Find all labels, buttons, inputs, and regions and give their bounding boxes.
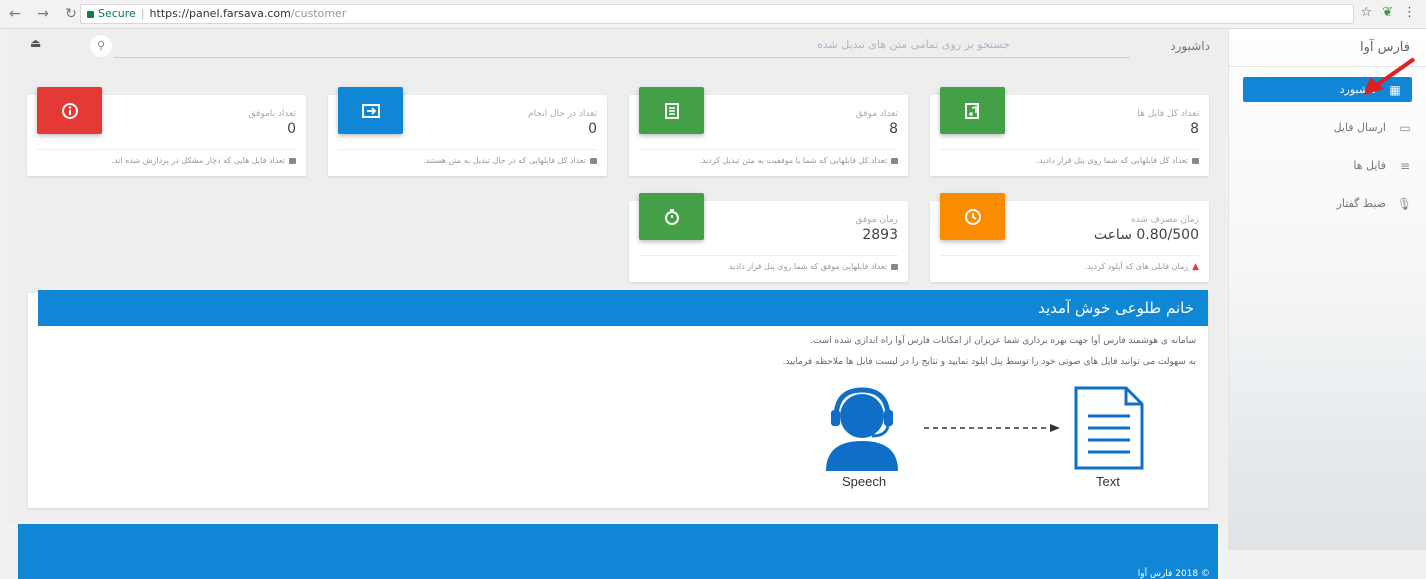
card-footer: تعداد کل فایلهایی که شما با موفقیت به مت…: [699, 156, 898, 165]
browser-extensions: ☆ ❦ ⋮: [1360, 5, 1416, 20]
search-icon[interactable]: ⚲: [90, 35, 112, 57]
tag-icon: [1192, 157, 1199, 164]
speech-to-text-illustration: Speech Text: [814, 386, 1166, 496]
stat-card-in-progress: تعداد در حال انجام 0 تعداد کل فایلهایی ک…: [328, 87, 607, 176]
sidebar-item-label: ارسال فایل: [1333, 121, 1386, 134]
card-divider: [940, 255, 1199, 256]
reload-icon[interactable]: ↻: [64, 5, 78, 23]
welcome-line-1: سامانه ی هوشمند فارس آوا جهت بهره برداری…: [809, 336, 1196, 346]
card-value: 0: [287, 121, 296, 137]
stat-card-time-used: زمان مصرف شده 0.80/500 ساعت ▲زمان فایلی …: [930, 193, 1209, 282]
card-value: 8: [1190, 121, 1199, 137]
upload-file-icon: ▭: [1399, 120, 1411, 135]
bookmark-star-icon[interactable]: ☆: [1360, 5, 1372, 20]
files-list-icon: ≡: [1399, 158, 1411, 173]
card-footer: تعداد کل فایلهایی که شما روی پنل قرار دا…: [1036, 156, 1199, 165]
annotation-arrow-icon: [1364, 57, 1416, 95]
card-title: زمان مصرف شده: [1130, 215, 1199, 225]
arrow-head-icon: [1050, 424, 1060, 432]
headset-person-icon: [826, 387, 898, 471]
sidebar-item-upload-file[interactable]: ▭ ارسال فایل: [1229, 115, 1426, 140]
address-separator: |: [140, 7, 145, 20]
breadcrumb: داشبورد: [1170, 39, 1210, 53]
card-value: 8: [889, 121, 898, 137]
address-bar[interactable]: Secure | https://panel.farsava.com/custome…: [80, 4, 1354, 24]
sidebar-item-record-speech[interactable]: 🎙 ضبط گفتار: [1229, 191, 1426, 216]
back-icon[interactable]: ←: [8, 5, 22, 23]
welcome-title: خانم طلوعی خوش آمدید: [38, 290, 1208, 326]
welcome-line-2: به سهولت می توانید فایل های صوتی خود را …: [782, 357, 1196, 367]
card-title: تعداد ناموفق: [248, 109, 296, 119]
video-icon: [590, 157, 597, 164]
search-input[interactable]: [650, 38, 1010, 51]
stat-card-failed: تعداد ناموفق 0 تعداد فایل هایی که دچار م…: [27, 87, 306, 176]
card-footer: تعداد فایل هایی که دچار مشکل در پردازش ش…: [111, 156, 296, 165]
sidebar-item-files[interactable]: ≡ فایل ها: [1229, 153, 1426, 178]
card-footer-text: تعداد کل فایلهایی که شما با موفقیت به مت…: [699, 156, 887, 165]
stat-card-successful-time: زمان موفق 2893 تعداد فایلهایی موفق که شم…: [629, 193, 908, 282]
card-title: تعداد کل فایل ها: [1137, 109, 1199, 119]
card-divider: [639, 255, 898, 256]
footer-copyright: © 2018 فارس آوا: [1137, 569, 1210, 579]
tag-icon: [891, 157, 898, 164]
card-divider: [639, 149, 898, 150]
card-divider: [338, 149, 597, 150]
card-footer-text: تعداد کل فایلهایی که شما روی پنل قرار دا…: [1036, 156, 1188, 165]
top-bar: داشبورد ⚲ ⏏: [8, 29, 1226, 65]
card-footer-text: تعداد کل فایلهایی که در حال تبدیل به متن…: [422, 156, 586, 165]
card-footer-text: زمان فایلی های که آپلود کردید.: [1084, 262, 1189, 271]
card-footer-text: تعداد فایلهایی موفق که شما روی پنل قرار …: [728, 262, 887, 271]
card-divider: [37, 149, 296, 150]
card-divider: [940, 149, 1199, 150]
sidebar: فارس آوا ▦ داشبورد ▭ ارسال فایل ≡ فایل ه…: [1228, 29, 1426, 550]
menu-dots-icon[interactable]: ⋮: [1403, 5, 1416, 20]
speech-to-text-graphic: [826, 386, 1144, 471]
card-value: 2893: [862, 227, 898, 243]
card-footer-text: تعداد فایل هایی که دچار مشکل در پردازش ش…: [111, 156, 285, 165]
file-audio-icon: [940, 87, 1005, 134]
document-list-icon: [639, 87, 704, 134]
card-footer: ▲زمان فایلی های که آپلود کردید.: [1085, 262, 1199, 272]
extension-icon[interactable]: ❦: [1382, 5, 1393, 20]
browser-toolbar: ← → ↻ Secure | https://panel.farsava.com/c…: [0, 0, 1426, 29]
card-value: 0.80/500 ساعت: [1093, 227, 1199, 243]
text-caption: Text: [1096, 474, 1120, 489]
process-icon: [338, 87, 403, 134]
stopwatch-icon: [639, 193, 704, 240]
card-footer: تعداد کل فایلهایی که در حال تبدیل به متن…: [423, 156, 597, 165]
card-title: زمان موفق: [855, 215, 898, 225]
search-underline: [114, 57, 1130, 58]
card-title: تعداد در حال انجام: [528, 109, 597, 119]
text-document-icon: [1074, 386, 1144, 470]
lock-icon: [87, 10, 94, 18]
browser-nav: ← → ↻: [8, 5, 78, 23]
footer: © 2018 فارس آوا: [18, 524, 1218, 579]
forward-icon[interactable]: →: [36, 5, 50, 23]
microphone-icon: 🎙: [1396, 196, 1412, 211]
sidebar-item-label: ضبط گفتار: [1336, 197, 1386, 210]
tag-icon: [289, 157, 296, 164]
card-title: تعداد موفق: [855, 109, 898, 119]
welcome-panel: خانم طلوعی خوش آمدید سامانه ی هوشمند فار…: [28, 290, 1208, 508]
clock-icon: [940, 193, 1005, 240]
user-icon[interactable]: ⏏: [30, 36, 41, 50]
main-panel: داشبورد ⚲ ⏏ تعداد کل فایل ها 8 تعداد کل …: [8, 29, 1226, 579]
url-path: /customer: [290, 7, 347, 20]
stat-card-successful: تعداد موفق 8 تعداد کل فایلهایی که شما با…: [629, 87, 908, 176]
speech-caption: Speech: [842, 474, 887, 489]
warning-triangle-icon: ▲: [1192, 262, 1199, 272]
secure-label: Secure: [98, 7, 136, 20]
sidebar-item-label: فایل ها: [1353, 159, 1386, 172]
tag-icon: [891, 263, 898, 270]
stat-card-total-files: تعداد کل فایل ها 8 تعداد کل فایلهایی که …: [930, 87, 1209, 176]
url-host: https://panel.farsava.com: [149, 7, 291, 20]
card-footer: تعداد فایلهایی موفق که شما روی پنل قرار …: [729, 262, 898, 271]
card-value: 0: [588, 121, 597, 137]
sidebar-menu: ▦ داشبورد ▭ ارسال فایل ≡ فایل ها 🎙 ضبط گ…: [1229, 77, 1426, 216]
info-icon: [37, 87, 102, 134]
